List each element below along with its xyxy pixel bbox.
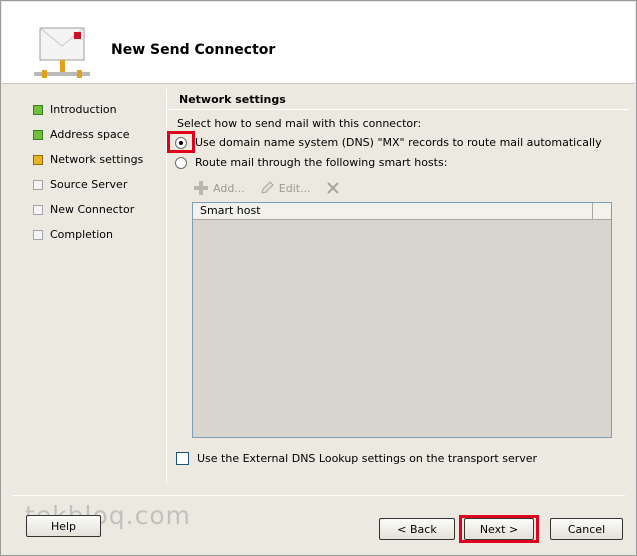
wizard-window: New Send Connector Introduction Address … <box>0 0 637 556</box>
pencil-icon <box>261 181 274 194</box>
dns-routing-option[interactable]: Use domain name system (DNS) "MX" record… <box>175 136 602 149</box>
radio-highlight-box <box>167 131 195 153</box>
dns-routing-label: Use domain name system (DNS) "MX" record… <box>195 136 602 149</box>
nav-step-source-server[interactable]: Source Server <box>31 172 161 197</box>
nav-step-address-space[interactable]: Address space <box>31 122 161 147</box>
routing-prompt: Select how to send mail with this connec… <box>177 117 422 130</box>
footer-divider <box>13 495 625 496</box>
step-pending-icon <box>33 179 43 190</box>
section-title: Network settings <box>179 93 286 106</box>
help-button[interactable]: Help <box>26 515 101 537</box>
step-complete-icon <box>33 104 43 115</box>
wizard-steps: Introduction Address space Network setti… <box>31 97 161 247</box>
external-dns-option[interactable]: Use the External DNS Lookup settings on … <box>176 452 537 465</box>
nav-step-new-connector[interactable]: New Connector <box>31 197 161 222</box>
step-complete-icon <box>33 129 43 140</box>
nav-step-label: Network settings <box>50 153 144 166</box>
add-label: Add... <box>213 181 245 195</box>
smart-host-option[interactable]: Route mail through the following smart h… <box>175 156 447 169</box>
delete-icon <box>326 182 339 194</box>
smart-host-list[interactable]: Smart host <box>192 202 612 438</box>
external-dns-label: Use the External DNS Lookup settings on … <box>197 452 538 465</box>
section-divider <box>169 109 629 110</box>
wizard-title: New Send Connector <box>111 42 276 58</box>
column-header-smart-host[interactable]: Smart host <box>193 203 593 220</box>
edit-button[interactable]: Edit... <box>259 180 311 196</box>
step-current-icon <box>33 154 43 165</box>
step-pending-icon <box>33 229 43 240</box>
send-connector-icon <box>34 27 90 78</box>
smart-host-toolbar: Add... Edit... <box>193 180 359 196</box>
back-button[interactable]: < Back <box>379 518 455 540</box>
add-button[interactable]: Add... <box>193 180 245 196</box>
nav-step-label: Source Server <box>50 178 128 191</box>
nav-step-introduction[interactable]: Introduction <box>31 97 161 122</box>
nav-step-label: Address space <box>50 128 130 141</box>
step-pending-icon <box>33 204 43 215</box>
external-dns-checkbox[interactable] <box>176 452 189 465</box>
next-highlight-box <box>459 515 539 543</box>
smart-host-label: Route mail through the following smart h… <box>195 156 448 169</box>
nav-step-network-settings[interactable]: Network settings <box>31 147 161 172</box>
smart-host-radio[interactable] <box>175 156 187 169</box>
nav-step-label: Introduction <box>50 103 117 116</box>
remove-button[interactable] <box>325 180 345 196</box>
list-header: Smart host <box>193 203 611 220</box>
wizard-header: New Send Connector <box>2 2 635 84</box>
nav-step-label: Completion <box>50 228 114 241</box>
add-icon <box>193 180 209 196</box>
cancel-button[interactable]: Cancel <box>550 518 623 540</box>
nav-step-completion[interactable]: Completion <box>31 222 161 247</box>
nav-step-label: New Connector <box>50 203 135 216</box>
edit-label: Edit... <box>278 181 311 195</box>
